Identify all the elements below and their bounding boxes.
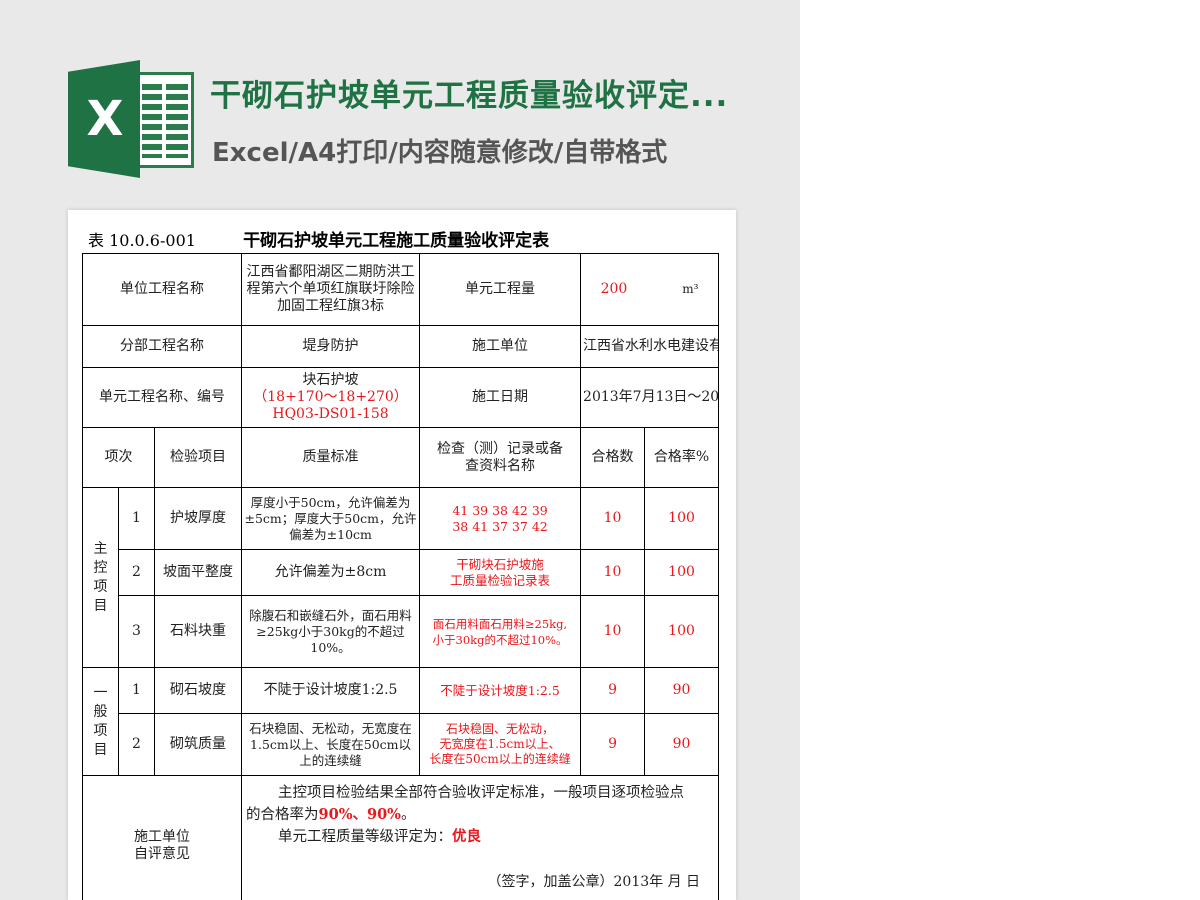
unit-project-label: 单位工程名称 <box>81 253 243 326</box>
item-pass-count: 10 <box>580 595 646 668</box>
table-row: 分部工程名称 堤身防护 施工单位 江西省水利水电建设有限公司 <box>81 325 720 368</box>
opinion-label: 施工单位 自评意见 <box>81 775 243 900</box>
table-row: 3 石料块重 除腹石和嵌缝石外，面石用料≥25kg小于30kg的不超过10%。 … <box>83 595 720 668</box>
banner-title: 干砌石护坡单元工程质量验收评定... <box>210 78 729 114</box>
unit-name-cell: 块石护坡 （18+170～18+270） HQ03-DS01-158 <box>241 367 421 428</box>
item-no: 3 <box>118 595 155 668</box>
table-row: 2 砌筑质量 石块稳固、无松动，无宽度在1.5cm以上、长度在50cm以上的连续… <box>83 713 720 776</box>
item-no: 2 <box>118 713 155 776</box>
header-pass-count: 合格数 <box>580 427 646 488</box>
unit-name-label: 单元工程名称、编号 <box>81 367 243 428</box>
item-record: 干砌块石护坡施 工质量检验记录表 <box>419 549 582 596</box>
quantity-label: 单元工程量 <box>419 253 582 326</box>
form-code: 表 10.0.6-001 <box>88 231 196 250</box>
contractor-label: 施工单位 <box>419 325 582 368</box>
item-standard: 允许偏差为±8cm <box>241 549 421 596</box>
item-record: 不陡于设计坡度1:2.5 <box>419 667 582 714</box>
item-no: 2 <box>118 549 155 596</box>
logo-grid <box>142 84 188 158</box>
item-name: 砌筑质量 <box>153 713 243 776</box>
signature-line: （签字，加盖公章）2013年 月 日 <box>487 874 701 890</box>
table-row: 主控项目 1 护坡厚度 厚度小于50cm，允许偏差为±5cm；厚度大于50cm，… <box>82 487 720 668</box>
header-item-no: 项次 <box>82 427 155 488</box>
sub-project-value: 堤身防护 <box>241 325 421 368</box>
item-pass-rate: 100 <box>644 487 720 550</box>
item-pass-rate: 90 <box>644 713 720 776</box>
item-record: 41 39 38 42 39 38 41 37 37 42 <box>419 487 582 550</box>
logo-letter: X <box>86 91 124 147</box>
quantity-value: 200 <box>600 281 628 297</box>
form-header: 表 10.0.6-001 干砌石护坡单元工程施工质量验收评定表 <box>88 226 549 251</box>
item-pass-count: 9 <box>580 713 646 776</box>
unit-name-line1: 块石护坡 <box>302 372 359 388</box>
item-pass-count: 9 <box>580 667 646 714</box>
header-record: 检查（测）记录或备查资料名称 <box>419 427 582 488</box>
quantity-cell: 200 m³ <box>580 253 720 326</box>
table-row: 施工单位 自评意见 主控项目检验结果全部符合验收评定标准，一般项目逐项检验点 的… <box>81 775 720 900</box>
item-record: 面石用料面石用料≥25kg, 小于30kg的不超过10%。 <box>419 595 582 668</box>
item-no: 1 <box>118 667 155 714</box>
unit-name-line3: HQ03-DS01-158 <box>272 406 389 422</box>
item-pass-rate: 100 <box>644 595 720 668</box>
table-header-row: 项次 检验项目 质量标准 检查（测）记录或备查资料名称 合格数 合格率% <box>82 427 720 488</box>
header-pass-rate: 合格率% <box>644 427 720 488</box>
unit-project-value: 江西省鄱阳湖区二期防洪工程第六个单项红旗联圩除险加固工程红旗3标 <box>241 253 421 326</box>
opinion-text: 主控项目检验结果全部符合验收评定标准，一般项目逐项检验点 的合格率为90%、90… <box>241 775 720 900</box>
item-standard: 厚度小于50cm，允许偏差为±5cm；厚度大于50cm，允许偏差为±10cm <box>241 487 421 550</box>
item-pass-count: 10 <box>580 549 646 596</box>
table-row: 一般项目 1 砌石坡度 不陡于设计坡度1:2.5 不陡于设计坡度1:2.5 9 … <box>82 667 720 776</box>
item-standard: 除腹石和嵌缝石外，面石用料≥25kg小于30kg的不超过10%。 <box>241 595 421 668</box>
contractor-value: 江西省水利水电建设有限公司 <box>580 325 720 368</box>
header-inspect-item: 检验项目 <box>153 427 243 488</box>
item-name: 砌石坡度 <box>153 667 243 714</box>
date-value: 2013年7月13日～2013年7月16日 <box>580 367 720 428</box>
main-group-label: 主控项目 <box>82 487 119 668</box>
header-standard: 质量标准 <box>241 427 421 488</box>
item-name: 石料块重 <box>153 595 243 668</box>
general-group-label: 一般项目 <box>82 667 119 776</box>
unit-name-line2: （18+170～18+270） <box>253 389 408 405</box>
item-name: 坡面平整度 <box>153 549 243 596</box>
table-row: 单元工程名称、编号 块石护坡 （18+170～18+270） HQ03-DS01… <box>81 367 720 428</box>
table-row: 2 坡面平整度 允许偏差为±8cm 干砌块石护坡施 工质量检验记录表 10 10… <box>83 549 720 596</box>
form-title: 干砌石护坡单元工程施工质量验收评定表 <box>243 231 550 251</box>
excel-icon: X <box>68 60 194 178</box>
table-row: 单位工程名称 江西省鄱阳湖区二期防洪工程第六个单项红旗联圩除险加固工程红旗3标 … <box>81 253 720 326</box>
banner-subtitle: Excel/A4打印/内容随意修改/自带格式 <box>212 138 668 168</box>
item-name: 护坡厚度 <box>153 487 243 550</box>
item-standard: 不陡于设计坡度1:2.5 <box>241 667 421 714</box>
evaluation-table: 单位工程名称 江西省鄱阳湖区二期防洪工程第六个单项红旗联圩除险加固工程红旗3标 … <box>81 253 720 900</box>
item-no: 1 <box>118 487 155 550</box>
date-label: 施工日期 <box>419 367 582 428</box>
item-pass-count: 10 <box>580 487 646 550</box>
quantity-unit: m³ <box>682 282 699 296</box>
item-record: 石块稳固、无松动， 无宽度在1.5cm以上、 长度在50cm以上的连续缝 <box>419 713 582 776</box>
item-pass-rate: 100 <box>644 549 720 596</box>
document-page: 表 10.0.6-001 干砌石护坡单元工程施工质量验收评定表 单位工程名称 江… <box>68 210 736 900</box>
item-pass-rate: 90 <box>644 667 720 714</box>
item-standard: 石块稳固、无松动，无宽度在1.5cm以上、长度在50cm以上的连续缝 <box>241 713 421 776</box>
sub-project-label: 分部工程名称 <box>81 325 243 368</box>
